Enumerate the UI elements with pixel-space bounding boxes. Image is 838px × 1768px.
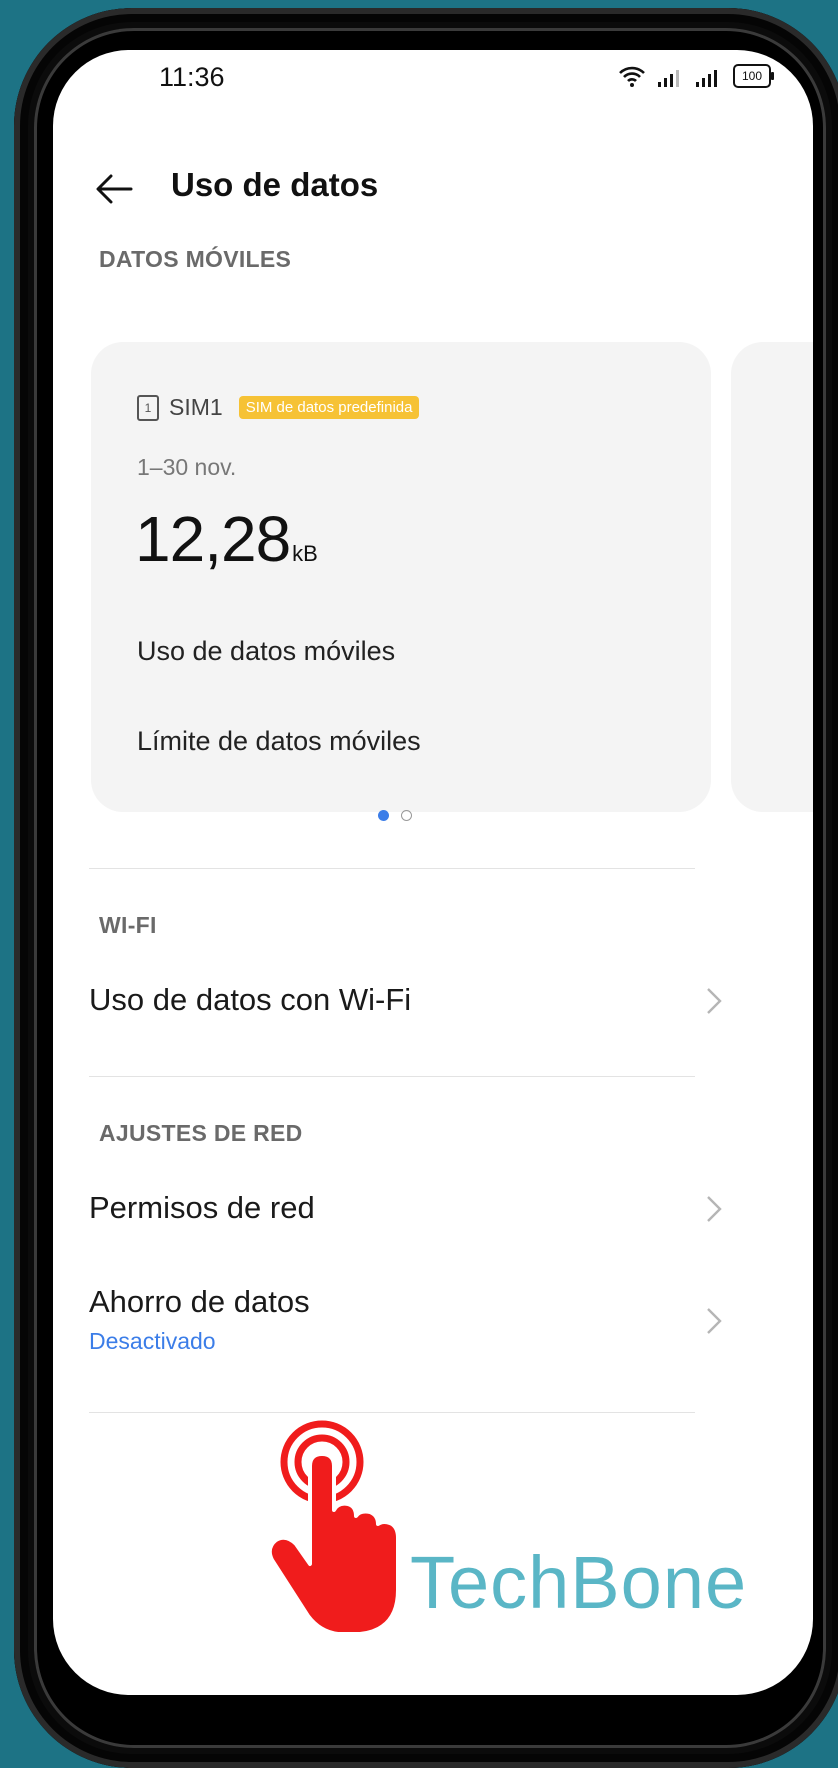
mobile-data-usage-link[interactable]: Uso de datos móviles: [137, 636, 395, 667]
signal-icon: [658, 70, 679, 87]
status-icons: 100: [619, 64, 774, 88]
phone-screen: 11:36 100 Uso de datos DATOS MÓVILES 1 S…: [53, 50, 813, 1695]
carousel-indicator: [378, 810, 412, 821]
chevron-right-icon: [707, 988, 722, 1014]
mobile-data-limit-link[interactable]: Límite de datos móviles: [137, 726, 421, 757]
usage-unit: kB: [292, 541, 318, 566]
next-sim-card[interactable]: [731, 342, 813, 812]
wifi-icon: [619, 66, 645, 87]
section-label-network-settings: AJUSTES DE RED: [99, 1120, 303, 1146]
watermark-logo: TechBone: [410, 1541, 748, 1624]
battery-icon: 100: [733, 64, 774, 88]
section-label-mobile-data: DATOS MÓVILES: [99, 246, 292, 272]
signal-icon: [696, 70, 717, 87]
divider: [89, 1076, 695, 1077]
row-status: Desactivado: [89, 1328, 216, 1354]
page-title: Uso de datos: [171, 166, 379, 203]
default-sim-badge: SIM de datos predefinida: [238, 396, 420, 419]
chevron-right-icon: [707, 1196, 722, 1222]
header: Uso de datos: [53, 158, 813, 238]
divider: [89, 868, 695, 869]
carousel-dot-active: [378, 810, 389, 821]
back-arrow-icon[interactable]: [93, 168, 135, 210]
wifi-data-usage-row[interactable]: Uso de datos con Wi-Fi: [89, 982, 729, 1042]
status-bar: 11:36 100: [53, 50, 813, 130]
section-label-wifi: WI-FI: [99, 912, 157, 938]
row-title: Ahorro de datos: [89, 1284, 310, 1319]
chevron-right-icon: [707, 1308, 722, 1334]
row-title: Uso de datos con Wi-Fi: [89, 982, 412, 1017]
data-usage-amount: 12,28 kB: [135, 502, 318, 576]
data-saver-row[interactable]: Ahorro de datos Desactivado: [89, 1284, 729, 1374]
sim-header: 1 SIM1 SIM de datos predefinida: [137, 394, 420, 421]
network-permissions-row[interactable]: Permisos de red: [89, 1190, 729, 1250]
usage-value: 12,28: [135, 503, 291, 575]
sim-card[interactable]: 1 SIM1 SIM de datos predefinida 1–30 nov…: [91, 342, 711, 812]
status-time: 11:36: [159, 62, 225, 92]
billing-period: 1–30 nov.: [137, 454, 237, 480]
divider: [89, 1412, 695, 1413]
row-title: Permisos de red: [89, 1190, 315, 1225]
sim-card-icon: 1: [137, 394, 159, 421]
tap-pointer-icon: [267, 1420, 400, 1636]
sim-name: SIM1: [169, 394, 223, 420]
carousel-dot: [401, 810, 412, 821]
